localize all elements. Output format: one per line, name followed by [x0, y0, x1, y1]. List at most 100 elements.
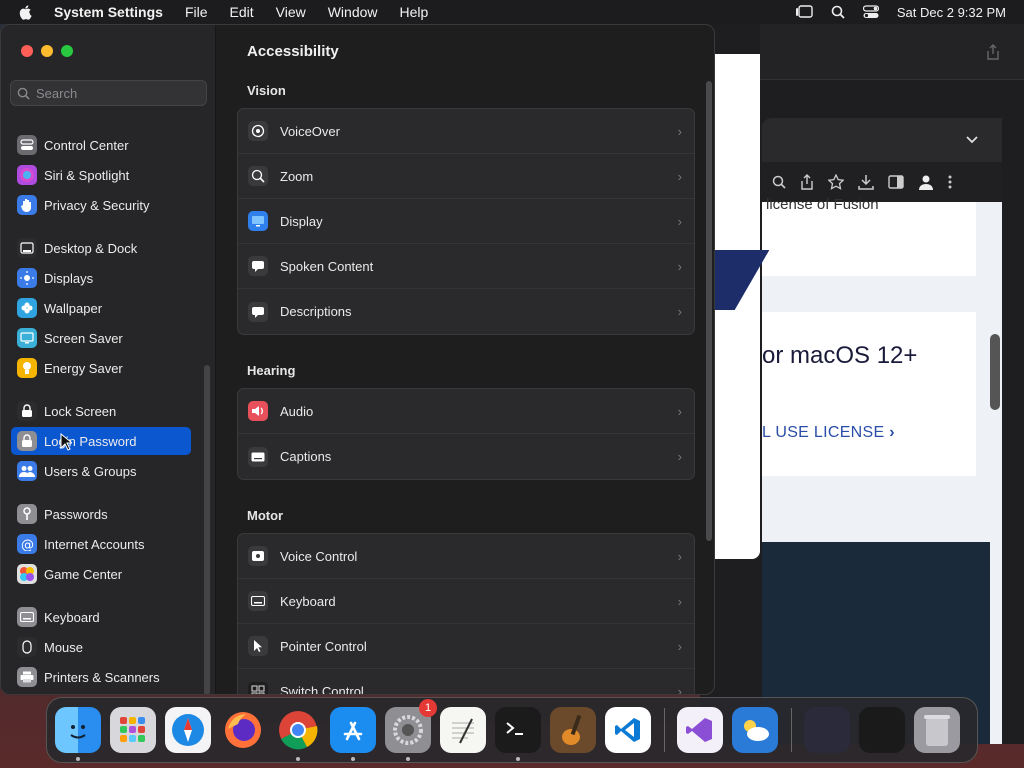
- sidebar-item-label: Users & Groups: [44, 463, 137, 479]
- menu-app-name[interactable]: System Settings: [54, 4, 163, 20]
- section-heading-vision: Vision: [247, 83, 286, 98]
- app-store-icon[interactable]: [330, 707, 376, 761]
- zoom-button[interactable]: [61, 45, 73, 57]
- settings-row-switch-control[interactable]: Switch Control ›: [238, 669, 694, 694]
- settings-row-pointer-control[interactable]: Pointer Control ›: [238, 624, 694, 669]
- settings-row-zoom[interactable]: Zoom ›: [238, 154, 694, 199]
- minimize-button[interactable]: [41, 45, 53, 57]
- more-menu-icon[interactable]: [948, 175, 952, 189]
- page-card: or macOS 12+ L USE LICENSE ›: [762, 312, 976, 476]
- settings-row-audio[interactable]: Audio ›: [238, 389, 694, 434]
- launchpad-icon[interactable]: [110, 707, 156, 753]
- captions-icon: [248, 446, 268, 467]
- voice-control-icon: [248, 546, 268, 566]
- weather-icon[interactable]: [732, 707, 778, 753]
- window-preview-icon[interactable]: [859, 707, 905, 753]
- menu-edit[interactable]: Edit: [230, 4, 254, 20]
- trash-icon[interactable]: [914, 707, 960, 753]
- sidebar-icon[interactable]: [888, 175, 904, 189]
- star-icon[interactable]: [828, 174, 844, 190]
- download-icon[interactable]: [858, 174, 874, 190]
- menu-window[interactable]: Window: [328, 4, 378, 20]
- apple-icon[interactable]: [18, 4, 34, 20]
- settings-row-captions[interactable]: Captions ›: [238, 434, 694, 479]
- control-center-icon[interactable]: [862, 5, 879, 19]
- textedit-icon[interactable]: [440, 707, 486, 753]
- menu-clock[interactable]: Sat Dec 2 9:32 PM: [897, 5, 1006, 20]
- sidebar-item-login-password[interactable]: Login Password: [11, 427, 191, 455]
- sidebar-item-users-groups[interactable]: Users & Groups: [11, 457, 191, 485]
- card-text: license of Fusion: [766, 196, 879, 213]
- search-icon[interactable]: [772, 175, 786, 189]
- browser-tabstrip: [762, 118, 1002, 162]
- share-icon[interactable]: [986, 44, 1000, 60]
- voiceover-icon: [248, 121, 268, 141]
- printer-icon: [17, 667, 37, 687]
- sidebar-item-game-center[interactable]: Game Center: [11, 560, 191, 588]
- sidebar-item-desktop-dock[interactable]: Desktop & Dock: [11, 234, 191, 262]
- visual-studio-icon[interactable]: [677, 707, 723, 753]
- sidebar-item-energy-saver[interactable]: Energy Saver: [11, 354, 191, 382]
- chevron-down-icon[interactable]: [966, 136, 978, 144]
- chevron-right-icon: ›: [677, 404, 682, 419]
- settings-main-pane: Accessibility Vision VoiceOver › Zoom › Displ…: [217, 25, 714, 694]
- browser-scrollbar[interactable]: [990, 334, 1000, 410]
- main-scrollbar[interactable]: [706, 81, 712, 541]
- sidebar-item-label: Displays: [44, 270, 94, 286]
- terminal-icon[interactable]: [495, 707, 541, 761]
- search-icon: [17, 87, 30, 100]
- sidebar-item-label: Siri & Spotlight: [44, 167, 130, 183]
- search-field[interactable]: Search: [10, 80, 207, 106]
- at-icon: @: [17, 534, 37, 554]
- settings-row-label: Spoken Content: [280, 258, 374, 274]
- stage-manager-icon[interactable]: [795, 5, 813, 19]
- finder-icon[interactable]: [55, 707, 101, 761]
- settings-row-keyboard[interactable]: Keyboard ›: [238, 579, 694, 624]
- keyboard-icon: [17, 607, 37, 627]
- safari-icon[interactable]: [165, 707, 211, 753]
- sidebar-item-lock-screen[interactable]: Lock Screen: [11, 397, 191, 425]
- vscode-icon[interactable]: [605, 707, 651, 753]
- menu-file[interactable]: File: [185, 4, 208, 20]
- license-link[interactable]: L USE LICENSE ›: [762, 424, 895, 442]
- settings-row-display[interactable]: Display ›: [238, 199, 694, 244]
- profile-icon[interactable]: [918, 174, 934, 190]
- settings-row-label: Captions: [280, 449, 332, 464]
- mouse-icon: [17, 637, 37, 657]
- sidebar-item-privacy-security[interactable]: Privacy & Security: [11, 191, 191, 219]
- control-center-icon: [17, 135, 37, 155]
- share-icon[interactable]: [800, 174, 814, 190]
- sidebar-item-wallpaper[interactable]: Wallpaper: [11, 294, 191, 322]
- switch-control-icon: [248, 681, 268, 694]
- sidebar-item-printers-scanners[interactable]: Printers & Scanners: [11, 663, 191, 691]
- sidebar-item-mouse[interactable]: Mouse: [11, 633, 191, 661]
- sidebar-item-internet-accounts[interactable]: @ Internet Accounts: [11, 530, 191, 558]
- chevron-right-icon: ›: [677, 594, 682, 609]
- settings-row-descriptions[interactable]: Descriptions ›: [238, 289, 694, 334]
- menu-view[interactable]: View: [276, 4, 306, 20]
- users-icon: [17, 461, 37, 481]
- sidebar-item-passwords[interactable]: Passwords: [11, 500, 191, 528]
- settings-row-voiceover[interactable]: VoiceOver ›: [238, 109, 694, 154]
- system-settings-icon[interactable]: 1: [385, 699, 437, 761]
- sidebar-item-displays[interactable]: Displays: [11, 264, 191, 292]
- settings-row-voice-control[interactable]: Voice Control ›: [238, 534, 694, 579]
- running-indicator: [351, 757, 355, 761]
- firefox-icon[interactable]: [220, 707, 266, 753]
- garageband-icon[interactable]: [550, 707, 596, 753]
- close-button[interactable]: [21, 45, 33, 57]
- sidebar-item-keyboard[interactable]: Keyboard: [11, 603, 191, 631]
- menu-help[interactable]: Help: [400, 4, 429, 20]
- downloads-stack-icon[interactable]: [804, 707, 850, 753]
- sidebar-item-siri-spotlight[interactable]: Siri & Spotlight: [11, 161, 191, 189]
- dock-icon: [17, 238, 37, 258]
- settings-group-hearing: Audio › Captions ›: [237, 388, 695, 480]
- chevron-right-icon: ›: [677, 549, 682, 564]
- sidebar-item-screen-saver[interactable]: Screen Saver: [11, 324, 191, 352]
- sidebar-item-control-center[interactable]: Control Center: [11, 131, 191, 159]
- sidebar-scrollbar[interactable]: [204, 365, 210, 694]
- spotlight-search-icon[interactable]: [831, 5, 845, 19]
- settings-row-spoken-content[interactable]: Spoken Content ›: [238, 244, 694, 289]
- chrome-icon[interactable]: [275, 707, 321, 761]
- chevron-right-icon: ›: [677, 304, 682, 319]
